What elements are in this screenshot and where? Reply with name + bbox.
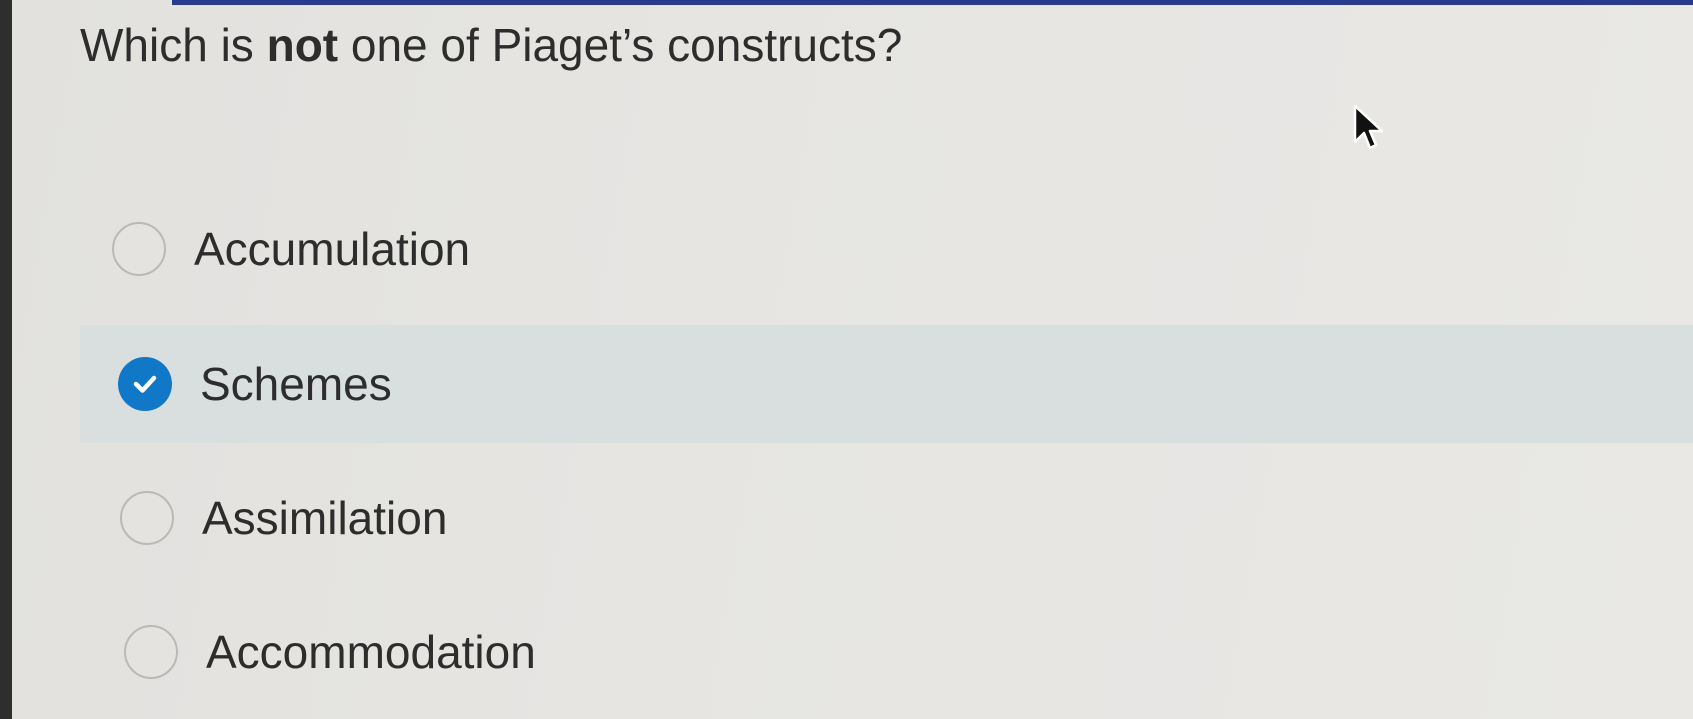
checkmark-icon [133, 375, 157, 393]
question-suffix: one of Piaget’s constructs? [338, 19, 903, 71]
option-label-schemes: Schemes [200, 358, 392, 410]
option-schemes[interactable]: Schemes [80, 325, 1693, 443]
question-emphasis: not [266, 19, 339, 71]
option-assimilation[interactable]: Assimilation [110, 489, 447, 547]
option-accommodation[interactable]: Accommodation [114, 623, 536, 681]
radio-schemes-checked[interactable] [118, 357, 172, 411]
option-accumulation[interactable]: Accumulation [102, 220, 470, 278]
quiz-screen: Which is not one of Piaget’s constructs?… [12, 0, 1693, 719]
option-label-accumulation: Accumulation [194, 223, 471, 275]
question-prefix: Which is [80, 19, 267, 71]
mouse-pointer-icon [1353, 104, 1384, 150]
radio-accommodation[interactable] [124, 625, 178, 679]
option-label-accommodation: Accommodation [206, 626, 536, 678]
radio-accumulation[interactable] [112, 222, 166, 276]
radio-assimilation[interactable] [120, 491, 174, 545]
question-text: Which is not one of Piaget’s constructs? [80, 18, 902, 72]
option-label-assimilation: Assimilation [202, 492, 448, 544]
top-accent-bar [172, 0, 1693, 5]
